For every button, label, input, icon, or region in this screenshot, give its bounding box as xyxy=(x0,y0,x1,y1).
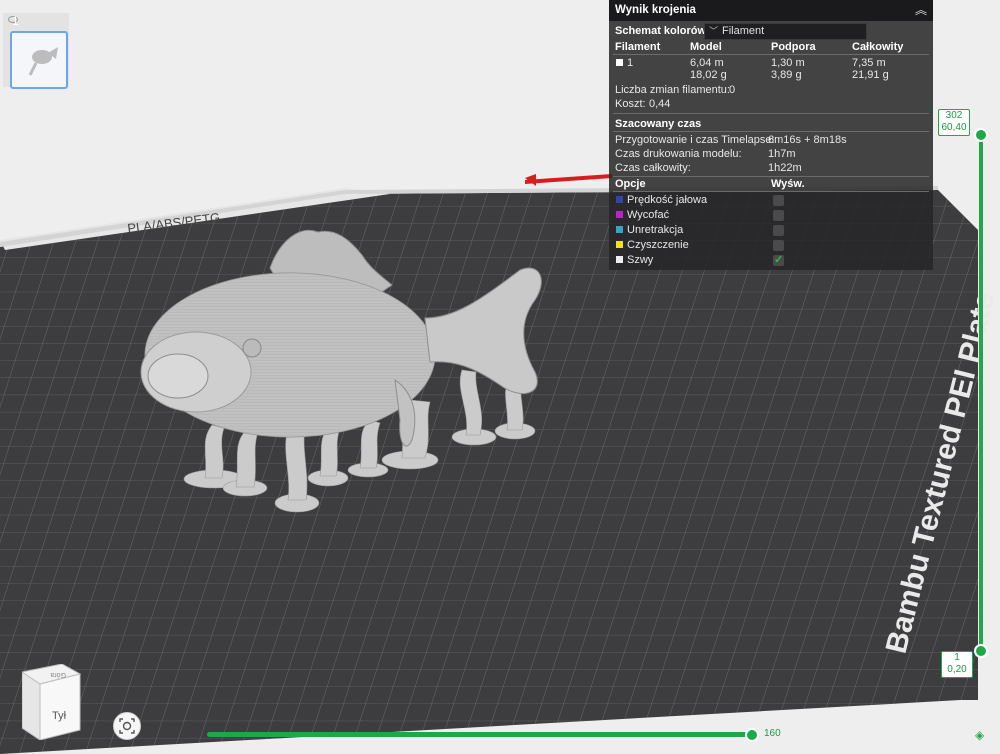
cost-label: Koszt: xyxy=(615,98,646,110)
divider xyxy=(613,191,929,192)
bottom-layer-label: 1 0,20 xyxy=(941,651,973,678)
legend-swatch xyxy=(616,196,623,203)
option-checkbox[interactable] xyxy=(773,210,784,221)
header-filament: Filament xyxy=(615,41,661,53)
cube-front-label: Tył xyxy=(52,710,67,722)
time-section-title: Szacowany czas xyxy=(615,118,702,130)
color-scheme-label: Schemat kolorów xyxy=(615,25,707,37)
plate-thumbnail[interactable] xyxy=(10,31,68,89)
filament-id: 1 xyxy=(627,57,634,69)
filament-color-swatch xyxy=(616,59,623,66)
panel-header: Wynik krojenia ︽ xyxy=(609,0,933,21)
cube-top-label: Góra xyxy=(50,671,66,678)
total-length: 7,35 m xyxy=(852,57,886,69)
filament-changes-label: Liczba zmian filamentu: xyxy=(615,84,730,96)
move-slider-value: 160 xyxy=(764,728,781,739)
fish-thumbnail-icon xyxy=(28,47,58,76)
legend-swatch xyxy=(616,211,623,218)
move-slider-handle[interactable] xyxy=(745,728,759,742)
slice-result-panel: Wynik krojenia ︽ Schemat kolorów ﹀ Filam… xyxy=(609,0,933,270)
total-time-label: Czas całkowity: xyxy=(615,162,691,174)
print-time-label: Czas drukowania modelu: xyxy=(615,148,742,160)
support-weight: 3,89 g xyxy=(771,69,802,81)
option-label: Szwy xyxy=(627,254,654,266)
print-time-value: 1h7m xyxy=(768,148,796,160)
filament-changes-value: 0 xyxy=(729,84,736,96)
total-time-value: 1h22m xyxy=(768,162,802,174)
option-label: Wycofać xyxy=(627,209,670,221)
bottom-layer-height: 0,20 xyxy=(947,664,967,675)
panel-title: Wynik krojenia xyxy=(615,4,696,16)
top-layer-height: 60,40 xyxy=(941,122,967,133)
checkmark-icon[interactable] xyxy=(773,253,784,266)
chevron-down-icon: ﹀ xyxy=(709,26,719,36)
x-axis-arrow xyxy=(524,174,613,184)
navigation-cube[interactable]: Tył Góra xyxy=(20,663,84,741)
divider xyxy=(613,54,929,55)
support-length: 1,30 m xyxy=(771,57,805,69)
option-label: Unretrakcja xyxy=(627,224,684,236)
option-checkbox[interactable] xyxy=(773,225,784,236)
model-length: 6,04 m xyxy=(690,57,724,69)
prep-time-value: 6m16s + 8m18s xyxy=(768,134,847,146)
header-support: Podpora xyxy=(771,41,816,53)
option-checkbox[interactable] xyxy=(773,240,784,251)
display-header: Wyśw. xyxy=(771,178,805,190)
layer-slider-track[interactable] xyxy=(979,131,983,651)
header-total: Całkowity xyxy=(852,41,904,53)
top-layer-number: 302 xyxy=(945,110,963,121)
legend-swatch xyxy=(616,256,623,263)
option-label: Czyszczenie xyxy=(627,239,689,251)
view-reset-icon[interactable] xyxy=(113,712,141,740)
prep-time-label: Przygotowanie i czas Timelapse: xyxy=(615,134,775,146)
model-weight: 18,02 g xyxy=(690,69,727,81)
options-header: Opcje xyxy=(615,178,646,190)
divider xyxy=(613,176,929,177)
color-scheme-select[interactable]: ﹀ Filament xyxy=(704,23,867,40)
plate-list-panel: 1 xyxy=(3,13,69,89)
layers-icon[interactable]: ◈ xyxy=(975,728,987,742)
option-checkbox[interactable] xyxy=(773,195,784,206)
bottom-layer-handle[interactable] xyxy=(974,644,988,658)
option-label: Prędkość jałowa xyxy=(627,194,708,206)
legend-swatch xyxy=(616,241,623,248)
legend-swatch xyxy=(616,226,623,233)
chevron-up-icon[interactable]: ︽ xyxy=(913,2,929,18)
plate-number: 1 xyxy=(12,14,19,28)
bottom-layer-number: 1 xyxy=(954,652,960,663)
divider xyxy=(613,131,929,132)
divider xyxy=(613,113,929,114)
top-layer-label: 302 60,40 xyxy=(938,109,970,136)
header-model: Model xyxy=(690,41,722,53)
cost-value: 0,44 xyxy=(649,98,671,110)
move-slider-track[interactable] xyxy=(207,732,753,737)
color-scheme-value: Filament xyxy=(722,25,765,37)
top-layer-handle[interactable] xyxy=(974,128,988,142)
total-weight: 21,91 g xyxy=(852,69,889,81)
